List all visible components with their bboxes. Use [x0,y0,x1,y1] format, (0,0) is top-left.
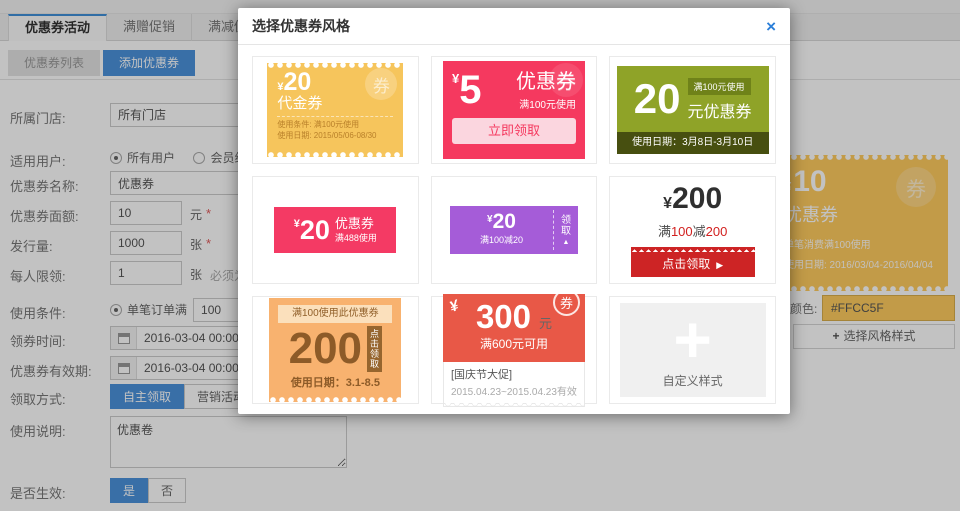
coupon-amount: 200 [289,325,362,373]
coupon-amount: 5 [459,68,481,112]
screen: 优惠券活动 满赠促销 满减促销 抢购活动 优惠券列表 添加优惠券 所属门店: 所… [0,0,960,511]
modal-title: 选择优惠券风格 [252,16,766,36]
coupon-amount: 20 [300,215,330,245]
coupon-style-card-yellow[interactable]: ¥20 代金券 使用条件: 满100元使用 使用日期: 2015/05/06-0… [252,56,419,164]
coupon-unit: 元 [539,311,552,331]
coupon-title: 元优惠券 [688,98,752,122]
coupon-amount: 300 [476,298,531,335]
coupon-style-card-orange[interactable]: 满100使用此优惠券 200 点击领取 使用日期：3.1-8.5 [252,296,419,404]
coupon-watermark-icon: 券 [549,63,583,97]
click-claim-tag: 点击领取 [367,326,382,372]
coupon-amount: 20 [493,210,516,233]
coupon-condition: 满100元使用 [516,96,576,111]
claim-now-button[interactable]: 立即领取 [452,118,576,144]
custom-style-box: + 自定义样式 [620,303,766,397]
coupon-amount: 200 [672,182,722,215]
coupon-style-card-rose-banner[interactable]: ¥20 优惠券 满488使用 [252,176,419,284]
coupon-condition: 满100使用此优惠券 [278,305,392,323]
coupon-condition: 满100减20 [450,233,553,246]
claim-label: 领取 [560,215,571,237]
coupon-condition: 使用条件: 满100元使用 [277,119,393,130]
coupon-date: 使用日期：3.1-8.5 [269,374,401,390]
coupon-rose: ¥5 优惠券 满100元使用 立即领取 券 [443,61,585,159]
coupon-campaign-name: [国庆节大促] [451,366,577,382]
coupon-style-card-red-promo[interactable]: ¥ 券 300元 满600元可用 [国庆节大促] 2015.04.23~2015… [431,296,598,404]
coupon-style-card-white-red[interactable]: ¥200 满100减200 点击领取▶ [609,176,776,284]
coupon-amount: 20 [283,68,311,96]
coupon-red-promo: ¥ 券 300元 满600元可用 [国庆节大促] 2015.04.23~2015… [443,294,585,407]
coupon-yellow: ¥20 代金券 使用条件: 满100元使用 使用日期: 2015/05/06-0… [267,63,403,157]
click-claim-button[interactable]: 点击领取▶ [631,252,755,277]
coupon-condition: 满100减200 [631,221,755,240]
triangle-right-icon: ▶ [716,260,723,270]
coupon-condition: 满488使用 [335,231,377,244]
triangle-up-icon: ▲ [563,239,570,246]
coupon-purple: ¥20 满100减20 领取 ▲ [450,206,578,254]
plus-icon: + [673,311,712,367]
currency-symbol: ¥ [663,195,672,212]
coupon-condition-badge: 满100元使用 [688,78,751,95]
coupon-style-card-rose-claim[interactable]: ¥5 优惠券 满100元使用 立即领取 券 [431,56,598,164]
coupon-title: 优惠券 [335,217,377,231]
coupon-style-card-custom[interactable]: + 自定义样式 [609,296,776,404]
coupon-date: 2015.04.23~2015.04.23有效 [451,383,577,398]
coupon-olive: 20 满100元使用 元优惠券 使用日期：3月8日-3月10日 [617,66,769,154]
coupon-date: 使用日期: 2015/05/06-08/30 [277,130,393,141]
coupon-style-modal: 选择优惠券风格 × ¥20 代金券 使用条件: 满100元使用 使用日期: 20… [238,8,790,414]
modal-header: 选择优惠券风格 × [238,8,790,45]
coupon-rose-banner: ¥20 优惠券 满488使用 [274,207,396,253]
coupon-style-card-purple[interactable]: ¥20 满100减20 领取 ▲ [431,176,598,284]
close-icon[interactable]: × [766,18,776,35]
coupon-style-card-olive[interactable]: 20 满100元使用 元优惠券 使用日期：3月8日-3月10日 [609,56,776,164]
coupon-white-red: ¥200 满100减200 点击领取▶ [631,183,755,277]
coupon-condition: 满600元可用 [443,335,585,352]
coupon-amount: 20 [634,78,681,120]
coupon-orange: 满100使用此优惠券 200 点击领取 使用日期：3.1-8.5 [269,298,401,402]
coupon-date: 使用日期：3月8日-3月10日 [617,132,769,154]
custom-style-label: 自定义样式 [663,372,723,389]
coupon-style-grid: ¥20 代金券 使用条件: 满100元使用 使用日期: 2015/05/06-0… [238,45,790,415]
